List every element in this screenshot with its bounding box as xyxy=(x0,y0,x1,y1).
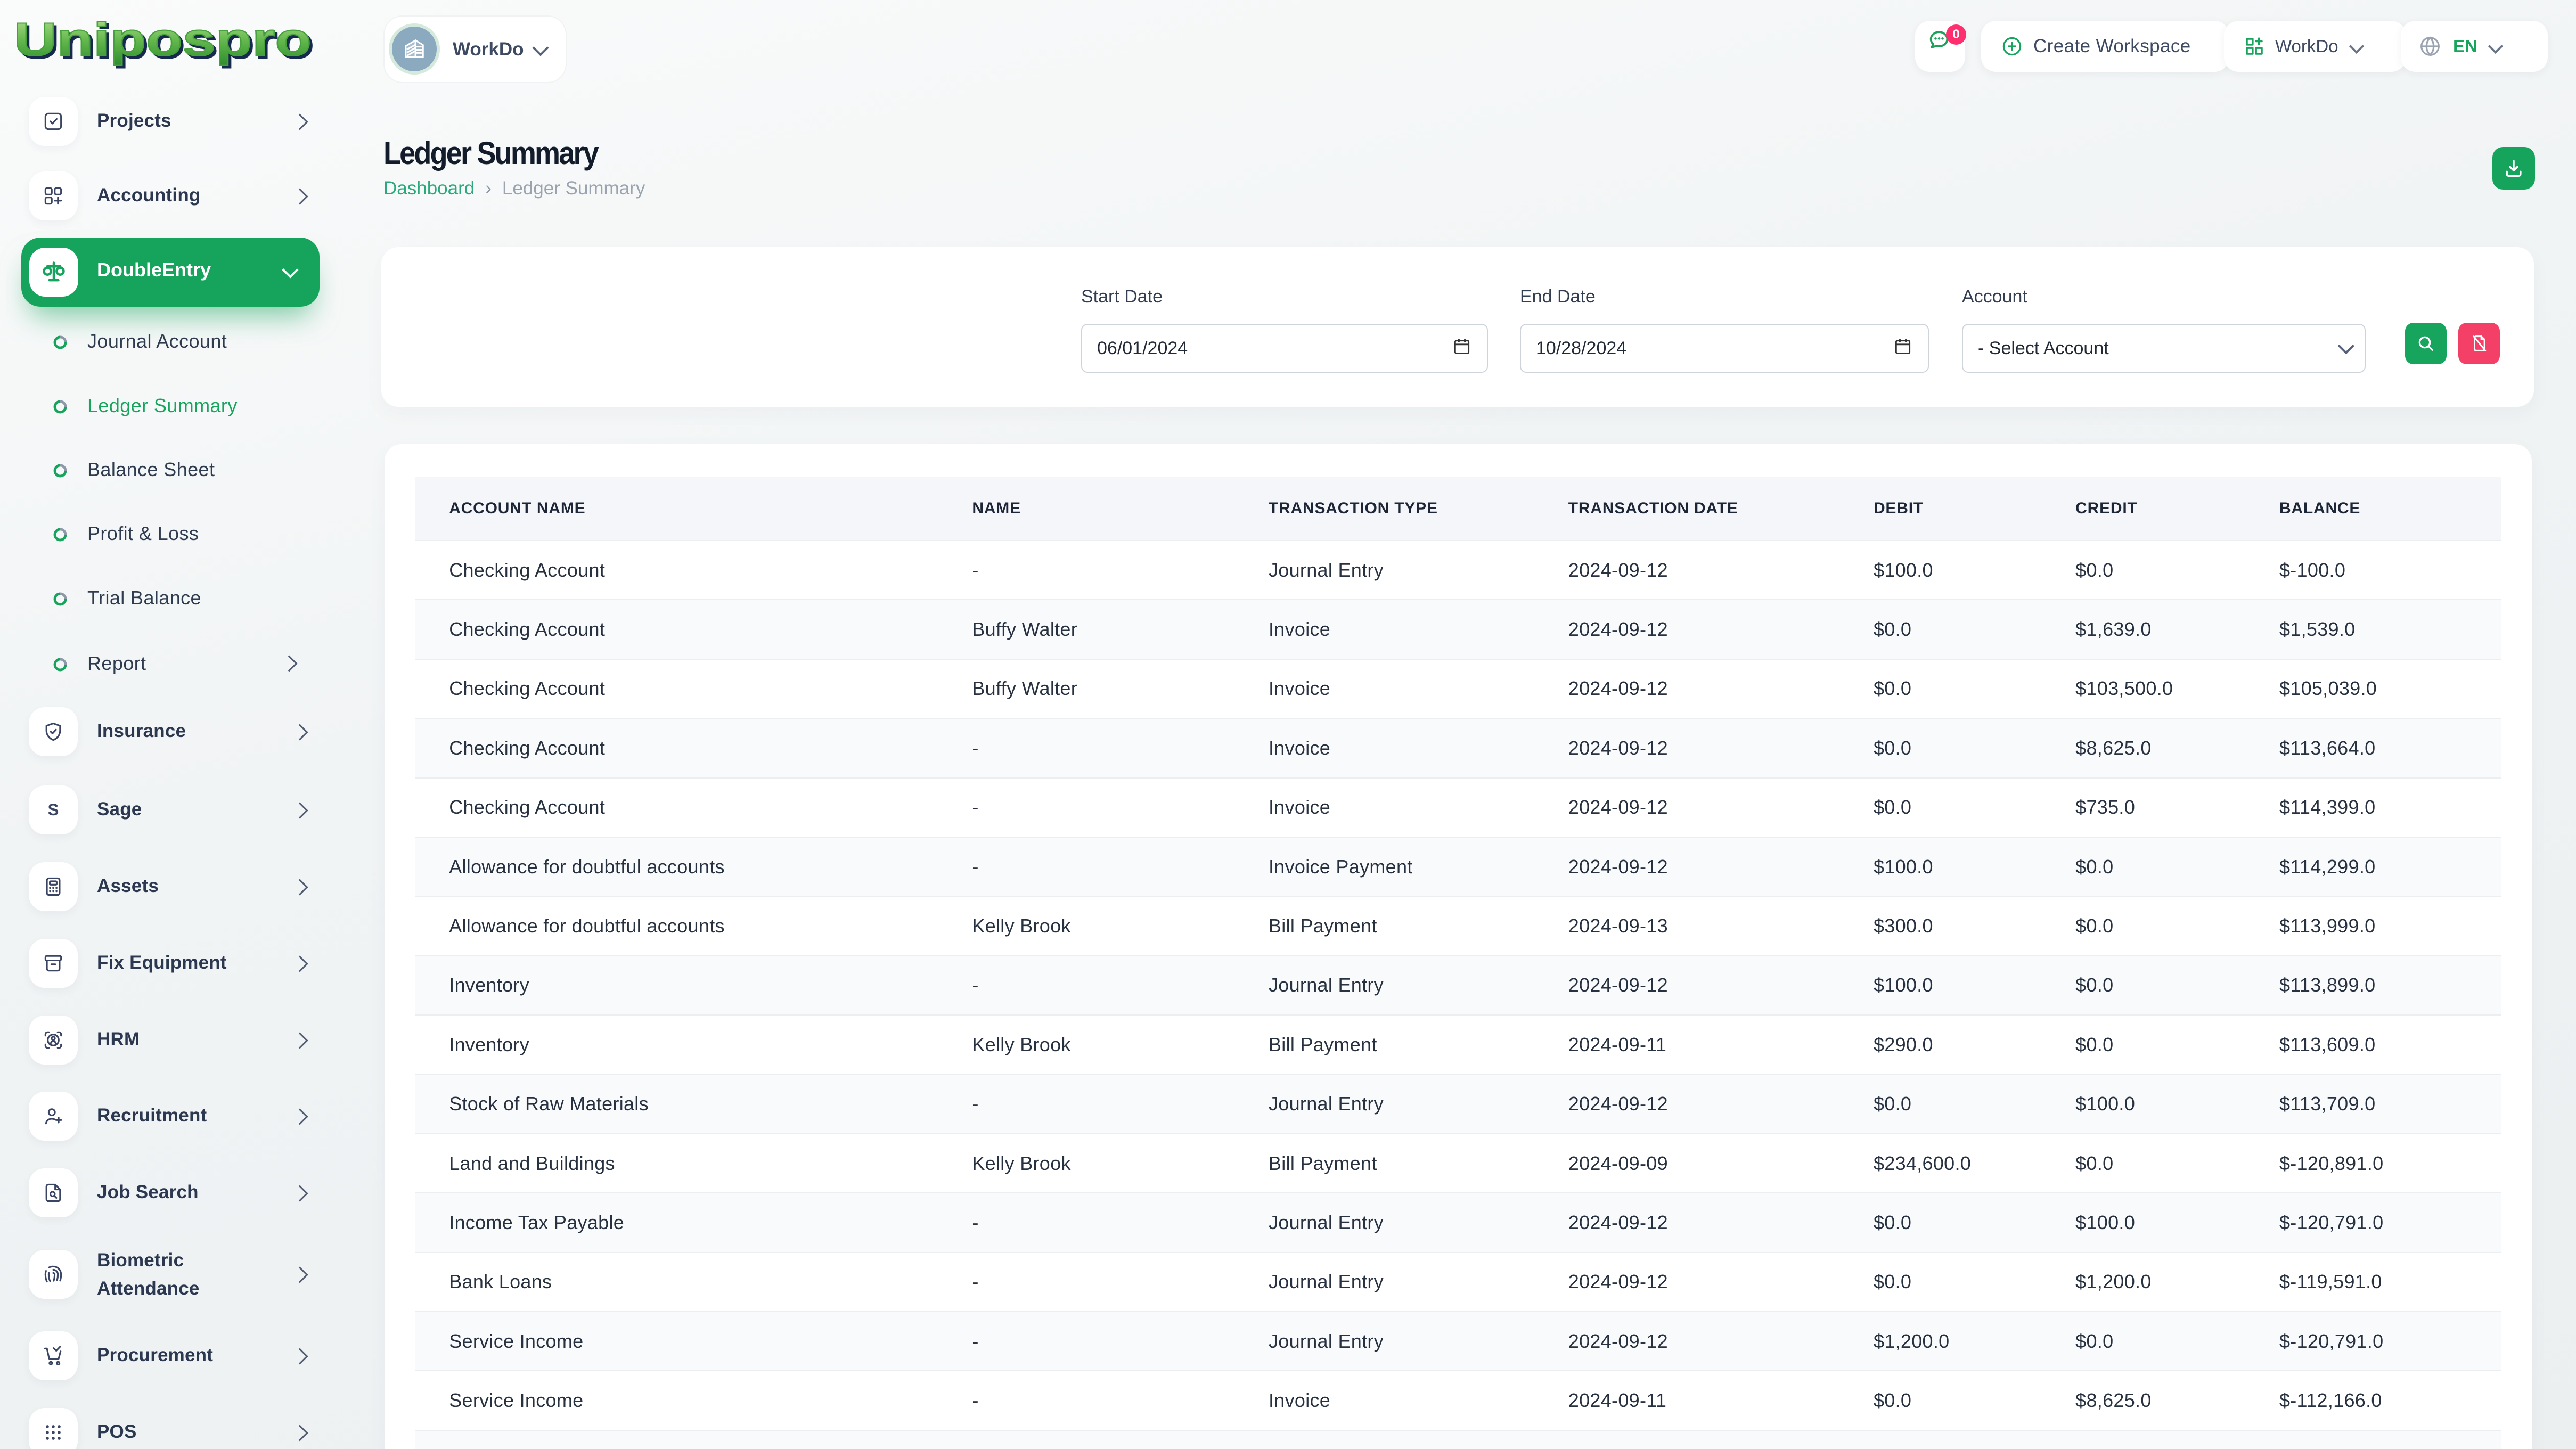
svg-text:S: S xyxy=(48,800,59,819)
